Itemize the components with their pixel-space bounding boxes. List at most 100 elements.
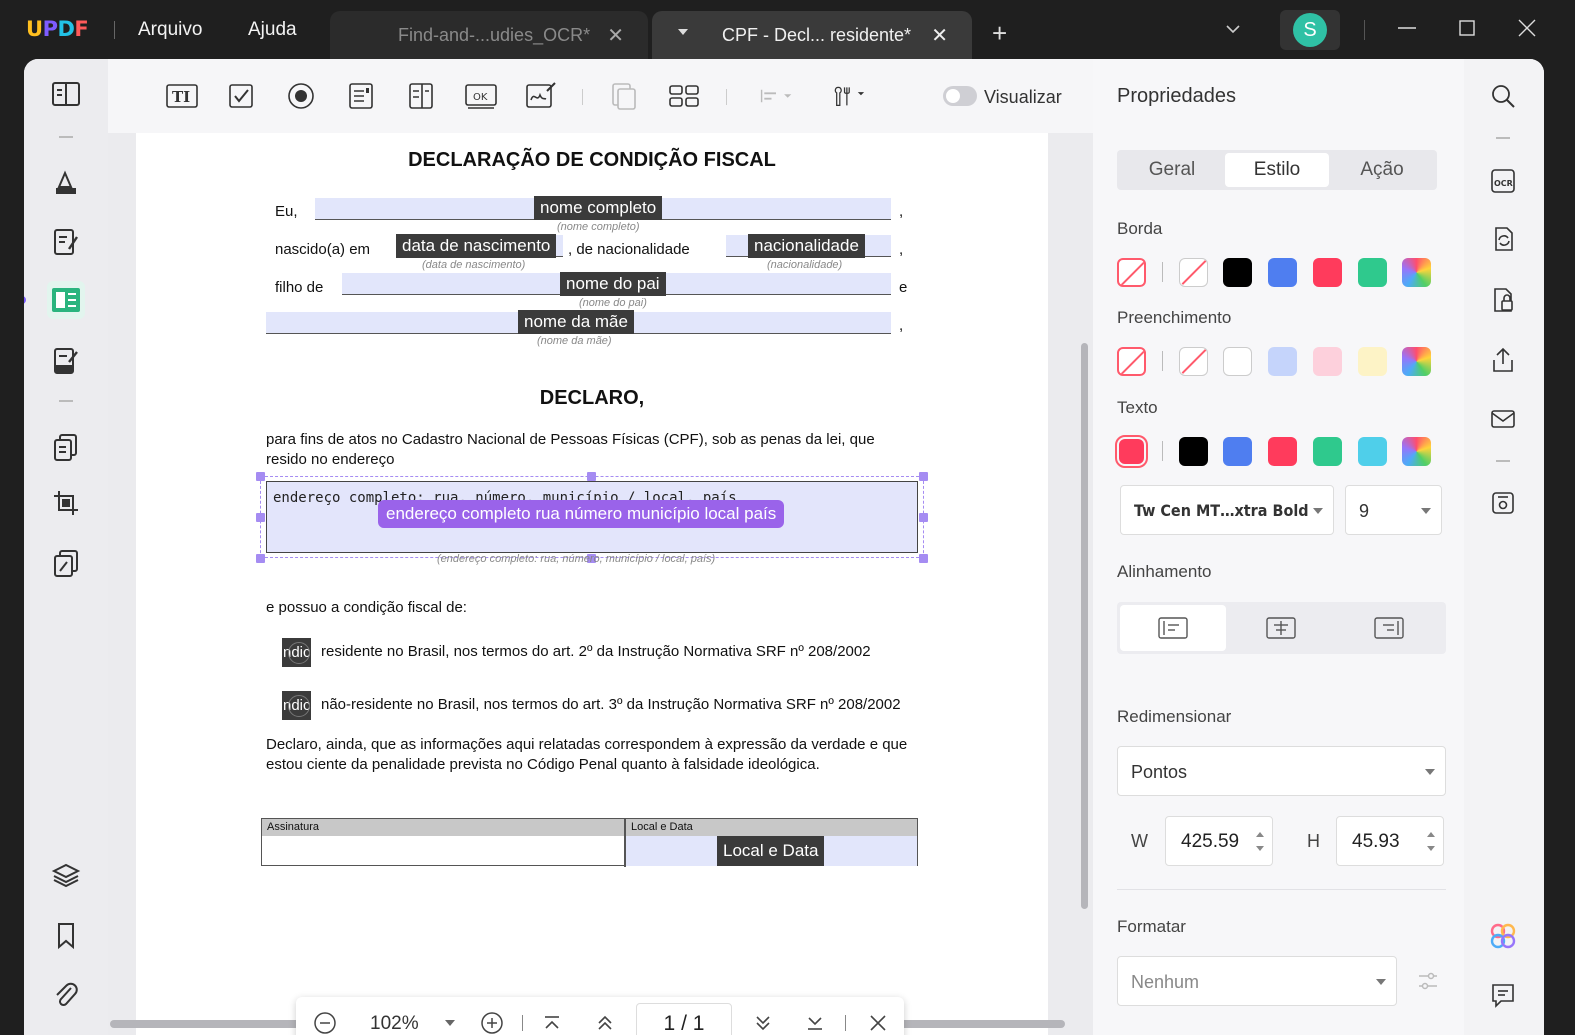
tools-icon[interactable] [832, 79, 868, 113]
align-right-button[interactable] [1336, 605, 1442, 651]
address-field-tag[interactable]: endereço completo rua número município l… [378, 500, 785, 528]
close-tab-icon[interactable]: ✕ [931, 23, 948, 48]
border-color-swatch[interactable] [1223, 258, 1252, 287]
search-icon[interactable] [1488, 81, 1518, 111]
tab-cpf-declaracao[interactable]: CPF - Decl... residente* ✕ [652, 11, 972, 60]
align-left-button[interactable] [1120, 605, 1226, 651]
fill-color-swatch[interactable] [1268, 347, 1297, 376]
grid-icon[interactable] [666, 79, 702, 113]
resize-handle[interactable] [256, 472, 265, 481]
text-color-swatch[interactable] [1313, 437, 1342, 466]
decrement-icon[interactable] [1427, 846, 1435, 851]
place-date-field-tag[interactable]: Local e Data [717, 836, 825, 866]
page-indicator[interactable]: 1 / 1 [636, 1003, 732, 1035]
maximize-icon[interactable] [1455, 16, 1479, 40]
mother-field-tag[interactable]: nome da mãe [518, 310, 634, 334]
border-color-picker-icon[interactable] [1402, 258, 1431, 287]
font-family-select[interactable]: Tw Cen MT…xtra Bold [1120, 485, 1334, 535]
first-page-icon[interactable] [539, 1010, 565, 1035]
increment-icon[interactable] [1256, 832, 1264, 837]
align-center-button[interactable] [1228, 605, 1334, 651]
prepare-form-icon[interactable] [47, 281, 85, 319]
font-size-select[interactable]: 9 [1345, 485, 1442, 535]
zoom-dropdown-caret-icon[interactable] [445, 1020, 455, 1026]
save-icon[interactable] [1488, 488, 1518, 518]
dropdown-icon[interactable] [403, 79, 439, 113]
border-color-none[interactable] [1179, 258, 1208, 287]
non-resident-checkbox[interactable]: ndic [282, 691, 311, 720]
tab-geral[interactable]: Geral [1120, 153, 1224, 187]
duplicate-icon[interactable] [606, 79, 642, 113]
minimize-icon[interactable] [1395, 16, 1419, 40]
close-zoom-bar-icon[interactable] [865, 1010, 891, 1035]
preview-toggle[interactable] [943, 86, 977, 106]
organize-pages-icon[interactable] [47, 428, 85, 466]
fill-color-swatch[interactable] [1313, 347, 1342, 376]
decrement-icon[interactable] [1256, 846, 1264, 851]
close-tab-icon[interactable]: ✕ [607, 23, 624, 48]
edit-pdf-icon[interactable] [47, 223, 85, 261]
width-input[interactable]: 425.59 [1165, 816, 1273, 866]
resize-handle[interactable] [919, 554, 928, 563]
new-tab-icon[interactable]: + [992, 18, 1007, 49]
convert-icon[interactable] [1488, 224, 1518, 254]
layers-icon[interactable] [47, 856, 85, 894]
next-page-icon[interactable] [750, 1010, 776, 1035]
increment-icon[interactable] [1427, 832, 1435, 837]
text-color-selected[interactable] [1115, 435, 1148, 468]
radio-button-icon[interactable] [283, 79, 319, 113]
resize-handle[interactable] [919, 472, 928, 481]
tab-acao[interactable]: Ação [1330, 153, 1434, 187]
ai-assistant-icon[interactable] [1488, 921, 1518, 951]
comment-icon[interactable] [1488, 980, 1518, 1010]
text-color-swatch[interactable] [1179, 437, 1208, 466]
avatar[interactable]: S [1293, 13, 1327, 47]
menu-arquivo[interactable]: Arquivo [138, 19, 202, 41]
bookmark-icon[interactable] [47, 916, 85, 954]
zoom-level[interactable]: 102% [370, 1013, 419, 1035]
highlighter-icon[interactable] [47, 163, 85, 201]
protect-icon[interactable] [47, 544, 85, 582]
format-select[interactable]: Nenhum [1117, 956, 1397, 1006]
fill-color-selected-none[interactable] [1117, 347, 1146, 376]
vertical-scrollbar[interactable] [1081, 343, 1088, 909]
tab-menu-caret-icon[interactable] [678, 29, 688, 35]
birth-field-tag[interactable]: data de nascimento [396, 234, 557, 258]
border-color-selected-none[interactable] [1117, 258, 1146, 287]
fill-color-picker-icon[interactable] [1402, 347, 1431, 376]
nationality-field-tag[interactable]: nacionalidade [748, 234, 865, 258]
chevron-down-icon[interactable] [1226, 22, 1240, 36]
resize-handle[interactable] [919, 513, 928, 522]
crop-icon[interactable] [47, 484, 85, 522]
father-field-tag[interactable]: nome do pai [560, 272, 666, 296]
current-page[interactable]: 1 [664, 1012, 676, 1035]
resize-handle[interactable] [587, 472, 596, 481]
border-color-swatch[interactable] [1268, 258, 1297, 287]
reader-mode-icon[interactable] [47, 76, 85, 114]
list-box-icon[interactable] [343, 79, 379, 113]
border-color-swatch[interactable] [1313, 258, 1342, 287]
resize-unit-select[interactable]: Pontos [1117, 746, 1446, 796]
name-field-tag[interactable]: nome completo [534, 196, 663, 220]
share-icon[interactable] [1488, 345, 1518, 375]
menu-ajuda[interactable]: Ajuda [248, 19, 297, 41]
text-color-swatch[interactable] [1268, 437, 1297, 466]
signature-icon[interactable] [523, 79, 559, 113]
text-color-swatch[interactable] [1358, 437, 1387, 466]
fill-color-none[interactable] [1179, 347, 1208, 376]
zoom-out-icon[interactable] [312, 1010, 338, 1035]
fill-sign-icon[interactable] [47, 342, 85, 380]
align-icon[interactable] [758, 79, 794, 113]
tab-estilo[interactable]: Estilo [1225, 153, 1329, 187]
text-color-swatch[interactable] [1223, 437, 1252, 466]
previous-page-icon[interactable] [592, 1010, 618, 1035]
protect-document-icon[interactable] [1488, 285, 1518, 315]
height-input[interactable]: 45.93 [1336, 816, 1444, 866]
fill-color-swatch[interactable] [1223, 347, 1252, 376]
fill-color-swatch[interactable] [1358, 347, 1387, 376]
zoom-in-icon[interactable] [479, 1010, 505, 1035]
text-color-picker-icon[interactable] [1402, 437, 1431, 466]
resident-checkbox[interactable]: ndic [282, 638, 311, 667]
account-area[interactable]: S [1280, 10, 1340, 50]
checkbox-icon[interactable] [223, 79, 259, 113]
